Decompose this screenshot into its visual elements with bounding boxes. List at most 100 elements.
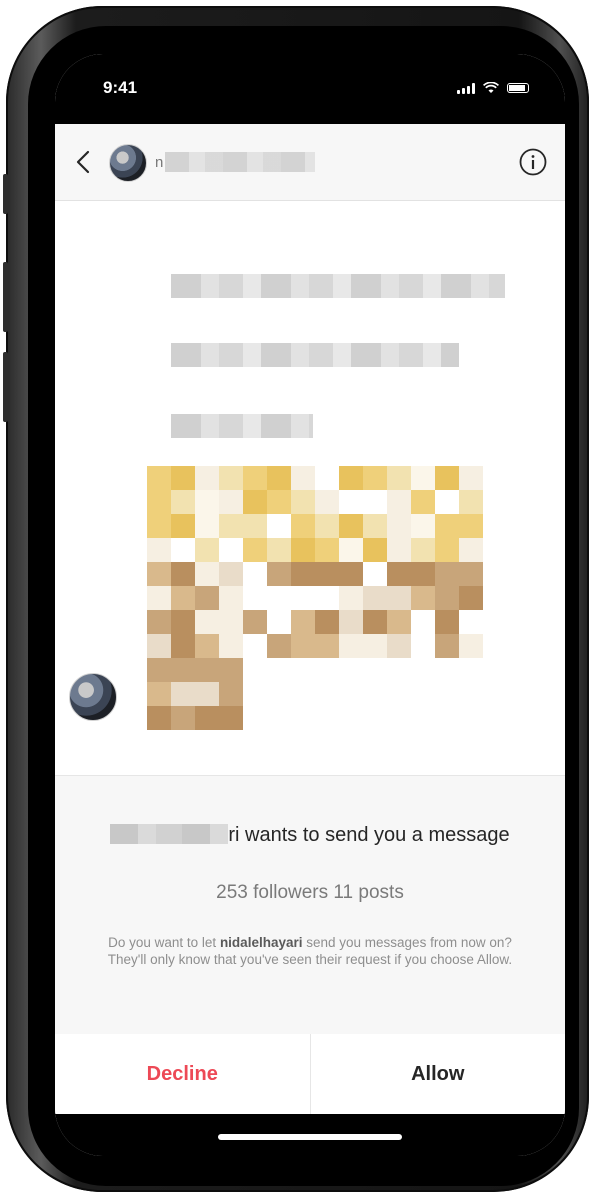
pixel-block xyxy=(195,586,219,610)
pixel-block xyxy=(363,586,387,610)
requester-name-suffix: ri xyxy=(228,824,240,846)
pixel-block xyxy=(219,490,243,514)
chat-header: n xyxy=(55,124,565,201)
pixel-block xyxy=(459,706,483,730)
pixel-block xyxy=(339,610,363,634)
pixel-block xyxy=(435,562,459,586)
pixel-block xyxy=(219,586,243,610)
pixel-block xyxy=(195,658,219,682)
home-bar-area xyxy=(55,1114,565,1156)
requester-stats: 253 followers 11 posts xyxy=(216,882,404,903)
pixel-block xyxy=(243,682,267,706)
pixel-block xyxy=(315,586,339,610)
pixel-block xyxy=(171,682,195,706)
pixel-block xyxy=(267,466,291,490)
home-indicator[interactable] xyxy=(218,1134,402,1140)
pixel-block xyxy=(339,514,363,538)
sender-avatar[interactable] xyxy=(69,673,117,721)
pixel-block xyxy=(291,490,315,514)
mute-switch xyxy=(3,174,8,214)
pixel-block xyxy=(171,514,195,538)
chevron-left-icon xyxy=(76,150,90,174)
pixel-block xyxy=(219,610,243,634)
pixel-block xyxy=(243,610,267,634)
pixel-block xyxy=(171,658,195,682)
desc-username: nidalelhayari xyxy=(219,935,303,950)
pixel-block xyxy=(459,562,483,586)
pixel-block xyxy=(315,538,339,562)
pixel-block xyxy=(315,514,339,538)
blurred-text-line xyxy=(171,343,459,367)
request-description: Do you want to let nidalelhayari send yo… xyxy=(95,934,525,968)
blurred-requester-name xyxy=(110,824,229,844)
blurred-text-line xyxy=(171,274,505,298)
pixel-block xyxy=(171,466,195,490)
header-name-initial: n xyxy=(155,153,164,171)
pixel-block xyxy=(363,634,387,658)
pixel-block xyxy=(147,514,171,538)
pixel-block xyxy=(435,706,459,730)
signal-icon xyxy=(457,82,475,94)
pixel-block xyxy=(195,706,219,730)
pixel-block xyxy=(171,610,195,634)
pixel-block xyxy=(147,538,171,562)
header-avatar[interactable] xyxy=(109,144,147,182)
pixel-block xyxy=(411,562,435,586)
pixel-block xyxy=(291,682,315,706)
pixel-block xyxy=(315,610,339,634)
pixel-block xyxy=(387,586,411,610)
blurred-message xyxy=(147,246,527,776)
pixel-block xyxy=(411,538,435,562)
pixel-block xyxy=(387,538,411,562)
pixel-block xyxy=(291,610,315,634)
pixel-block xyxy=(339,658,363,682)
header-username[interactable]: n xyxy=(155,152,325,172)
pixel-block xyxy=(435,514,459,538)
screen: 9:41 n ri wants to send you a message 25… xyxy=(55,54,565,1156)
pixel-block xyxy=(339,706,363,730)
pixel-block xyxy=(291,562,315,586)
pixel-block xyxy=(291,658,315,682)
pixel-block xyxy=(291,466,315,490)
desc-prefix: Do you want to let xyxy=(108,935,217,950)
pixel-block xyxy=(315,466,339,490)
pixel-block xyxy=(267,706,291,730)
pixel-block xyxy=(243,658,267,682)
pixel-block xyxy=(339,586,363,610)
pixel-block xyxy=(243,706,267,730)
pixel-block xyxy=(459,538,483,562)
volume-down-button xyxy=(3,352,8,422)
pixel-block xyxy=(219,562,243,586)
pixel-block xyxy=(219,514,243,538)
pixel-block xyxy=(411,466,435,490)
pixel-block xyxy=(315,634,339,658)
pixel-block xyxy=(435,538,459,562)
pixel-block xyxy=(147,466,171,490)
allow-button[interactable]: Allow xyxy=(311,1034,566,1114)
pixel-block xyxy=(363,682,387,706)
message-thread[interactable] xyxy=(55,201,565,775)
pixel-block xyxy=(459,490,483,514)
pixel-block xyxy=(171,706,195,730)
pixel-block xyxy=(411,514,435,538)
pixel-block xyxy=(387,706,411,730)
pixel-block xyxy=(267,538,291,562)
blurred-emoji-image xyxy=(147,466,483,730)
blurred-text-line xyxy=(171,414,313,438)
pixel-block xyxy=(339,466,363,490)
pixel-block xyxy=(459,634,483,658)
wifi-icon xyxy=(483,82,499,93)
pixel-block xyxy=(147,562,171,586)
pixel-block xyxy=(147,610,171,634)
pixel-block xyxy=(363,490,387,514)
decline-button[interactable]: Decline xyxy=(55,1034,311,1114)
pixel-block xyxy=(291,514,315,538)
info-button[interactable] xyxy=(517,146,549,178)
pixel-block xyxy=(387,634,411,658)
battery-icon xyxy=(507,83,529,93)
pixel-block xyxy=(363,706,387,730)
pixel-block xyxy=(363,514,387,538)
pixel-block xyxy=(267,586,291,610)
info-icon xyxy=(519,148,547,176)
back-button[interactable] xyxy=(69,146,97,178)
